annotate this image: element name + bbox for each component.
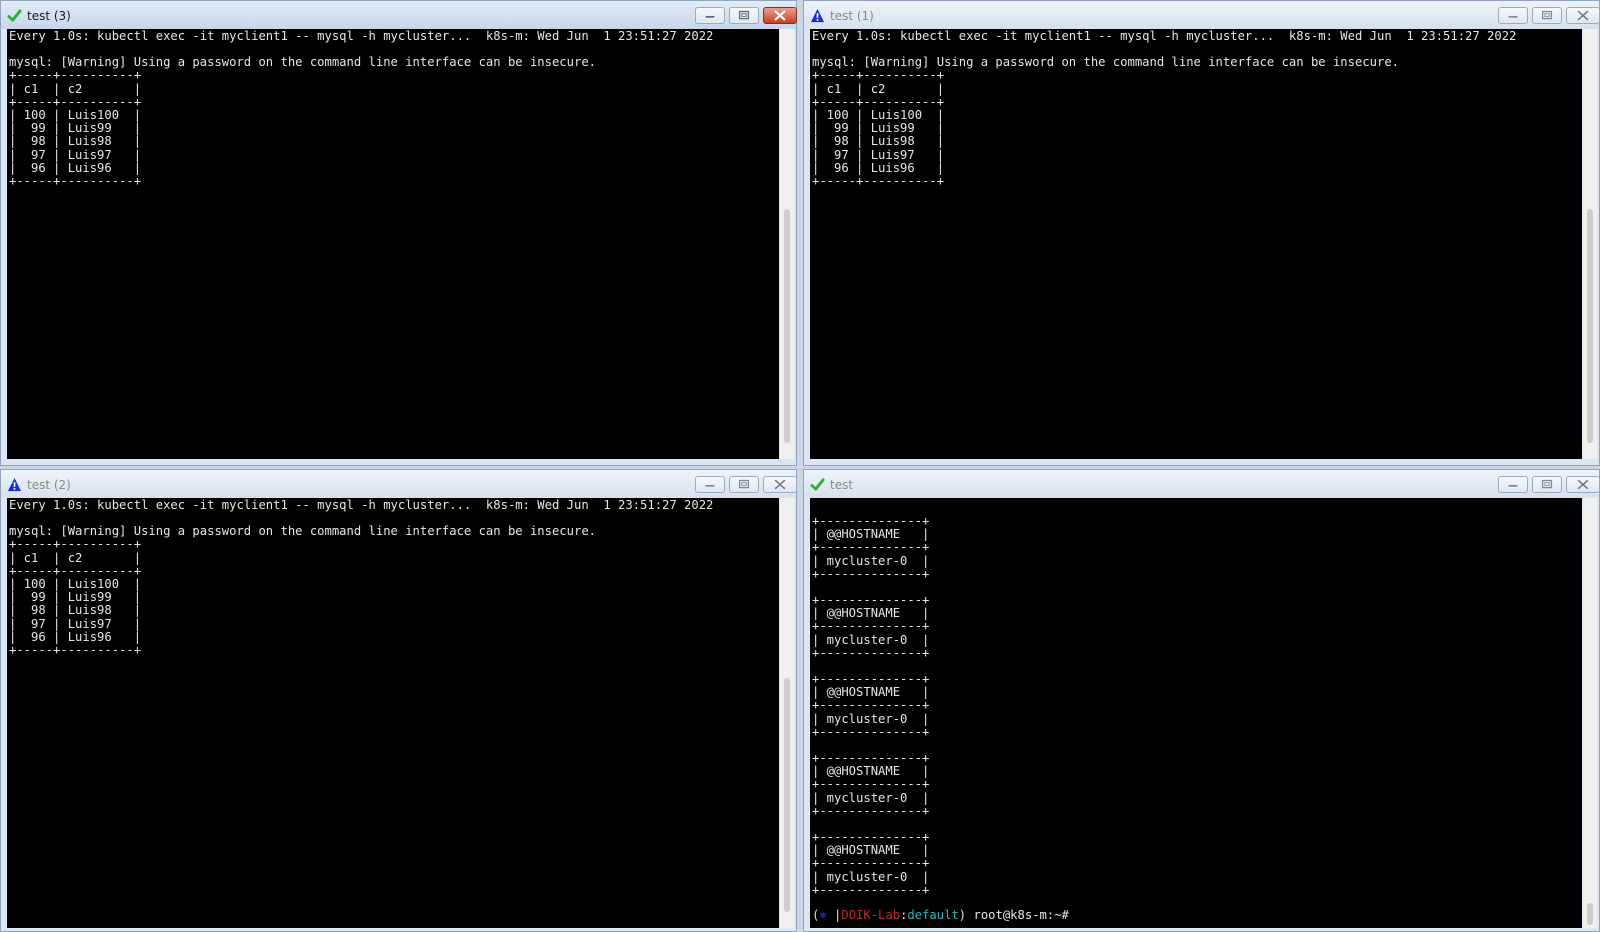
close-button[interactable]	[763, 476, 797, 493]
vertical-scrollbar[interactable]	[1583, 29, 1597, 459]
table-header-row: | c1 | c2 |	[9, 81, 142, 96]
shell-prompt[interactable]: (⎈ |DOIK-Lab:default) root@k8s-m:~#	[810, 908, 1582, 923]
table-line: +--------------+	[812, 724, 930, 739]
table-line: +--------------+	[812, 619, 930, 634]
terminal-window-test-1[interactable]: test (1) Every 1.0s: kubectl exec -it my…	[803, 0, 1600, 466]
table-line: +--------------+	[812, 882, 930, 897]
hostname-result-block: +--------------+ | @@HOSTNAME | +-------…	[810, 593, 1582, 660]
terminal-output[interactable]: +--------------+ | @@HOSTNAME | +-------…	[810, 498, 1582, 928]
table-line: +--------------+	[812, 540, 930, 555]
window-title: test (1)	[830, 9, 874, 23]
kube-namespace: default	[907, 908, 959, 923]
kubernetes-helm-icon: ⎈	[819, 908, 827, 923]
table-line: +--------------+	[812, 645, 930, 660]
close-icon	[1577, 10, 1589, 21]
kube-context: DOIK-Lab	[841, 908, 901, 923]
table-line: +--------------+	[812, 777, 930, 792]
table-line: +--------------+	[812, 856, 930, 871]
table-line: +--------------+	[812, 698, 930, 713]
terminal-window-test[interactable]: test +--------------+ | @@HOSTNAME | +--…	[803, 469, 1600, 932]
maximize-button[interactable]	[1532, 7, 1562, 24]
terminal-output[interactable]: Every 1.0s: kubectl exec -it myclient1 -…	[810, 29, 1582, 459]
table-line: +--------------+	[812, 566, 930, 581]
table-row: | mycluster-0 |	[812, 632, 930, 647]
maximize-icon	[738, 479, 750, 489]
table-header-row: | c1 | c2 |	[9, 550, 142, 565]
watch-header: Every 1.0s: kubectl exec -it myclient1 -…	[9, 29, 714, 43]
minimize-icon	[705, 15, 715, 18]
maximize-button[interactable]	[1532, 476, 1562, 493]
close-button[interactable]	[1566, 476, 1600, 493]
hostname-result-block: +--------------+ | @@HOSTNAME | +-------…	[810, 751, 1582, 818]
minimize-icon	[1508, 484, 1518, 487]
minimize-button[interactable]	[1498, 7, 1528, 24]
minimize-button[interactable]	[695, 476, 725, 493]
terminal-output[interactable]: Every 1.0s: kubectl exec -it myclient1 -…	[7, 498, 779, 928]
scrollbar-thumb[interactable]	[784, 209, 790, 443]
table-line: +-----+----------+	[9, 643, 142, 658]
window-title-bar[interactable]: test (2)	[1, 470, 797, 498]
window-title: test (3)	[27, 9, 71, 23]
table-line: +--------------+	[812, 803, 930, 818]
table-row: | 98 | Luis98 |	[9, 603, 142, 618]
minimize-icon	[1508, 15, 1518, 18]
warning-triangle-icon	[7, 477, 22, 492]
table-line: +-----+----------+	[812, 68, 945, 83]
checkmark-icon	[7, 9, 22, 22]
minimize-button[interactable]	[695, 7, 725, 24]
close-icon	[774, 479, 786, 490]
maximize-icon	[738, 10, 750, 20]
terminal-window-test-3[interactable]: test (3) Every 1.0s: kubectl exec -it my…	[0, 0, 797, 466]
table-row: | 97 | Luis97 |	[9, 616, 142, 631]
scrollbar-thumb[interactable]	[784, 678, 790, 912]
table-row: | 97 | Luis97 |	[9, 147, 142, 162]
prompt-separator: |	[826, 908, 842, 923]
window-title-bar[interactable]: test	[804, 470, 1600, 498]
table-row: | mycluster-0 |	[812, 869, 930, 884]
maximize-button[interactable]	[729, 7, 759, 24]
hostname-result-block: +--------------+ | @@HOSTNAME | +-------…	[810, 672, 1582, 739]
table-line: +-----+----------+	[9, 68, 142, 83]
table-row: | mycluster-0 |	[812, 711, 930, 726]
table-row: | mycluster-0 |	[812, 790, 930, 805]
table-line: +-----+----------+	[812, 174, 945, 189]
watch-header: Every 1.0s: kubectl exec -it myclient1 -…	[9, 498, 714, 512]
terminal-window-test-2[interactable]: test (2) Every 1.0s: kubectl exec -it my…	[0, 469, 797, 932]
window-title: test	[830, 478, 854, 492]
maximize-icon	[1541, 10, 1553, 20]
window-title: test (2)	[27, 478, 71, 492]
warning-triangle-icon	[810, 8, 825, 23]
vertical-scrollbar[interactable]	[1583, 498, 1597, 928]
hostname-result-block: +--------------+ | @@HOSTNAME | +-------…	[810, 830, 1582, 897]
close-icon	[1577, 479, 1589, 490]
checkmark-icon	[810, 478, 825, 491]
table-row: | mycluster-0 |	[812, 553, 930, 568]
close-button[interactable]	[763, 7, 797, 24]
window-title-bar[interactable]: test (1)	[804, 1, 1600, 29]
maximize-button[interactable]	[729, 476, 759, 493]
table-line: +-----+----------+	[9, 174, 142, 189]
vertical-scrollbar[interactable]	[780, 29, 794, 459]
scrollbar-thumb[interactable]	[1587, 903, 1593, 925]
scrollbar-thumb[interactable]	[1587, 209, 1593, 443]
terminal-output[interactable]: Every 1.0s: kubectl exec -it myclient1 -…	[7, 29, 779, 459]
user-host-prompt: root@k8s-m:~#	[973, 908, 1077, 923]
table-header-row: | c1 | c2 |	[812, 81, 945, 96]
close-button[interactable]	[1566, 7, 1600, 24]
table-line: +-----+----------+	[9, 537, 142, 552]
minimize-icon	[705, 484, 715, 487]
watch-header: Every 1.0s: kubectl exec -it myclient1 -…	[812, 29, 1517, 43]
table-row: | 98 | Luis98 |	[812, 134, 945, 149]
maximize-icon	[1541, 479, 1553, 489]
table-row: | 97 | Luis97 |	[812, 147, 945, 162]
close-icon	[774, 10, 786, 21]
minimize-button[interactable]	[1498, 476, 1528, 493]
hostname-result-block: +--------------+ | @@HOSTNAME | +-------…	[810, 514, 1582, 581]
vertical-scrollbar[interactable]	[780, 498, 794, 928]
prompt-close-paren: )	[958, 908, 974, 923]
window-title-bar[interactable]: test (3)	[1, 1, 797, 29]
table-row: | 98 | Luis98 |	[9, 134, 142, 149]
